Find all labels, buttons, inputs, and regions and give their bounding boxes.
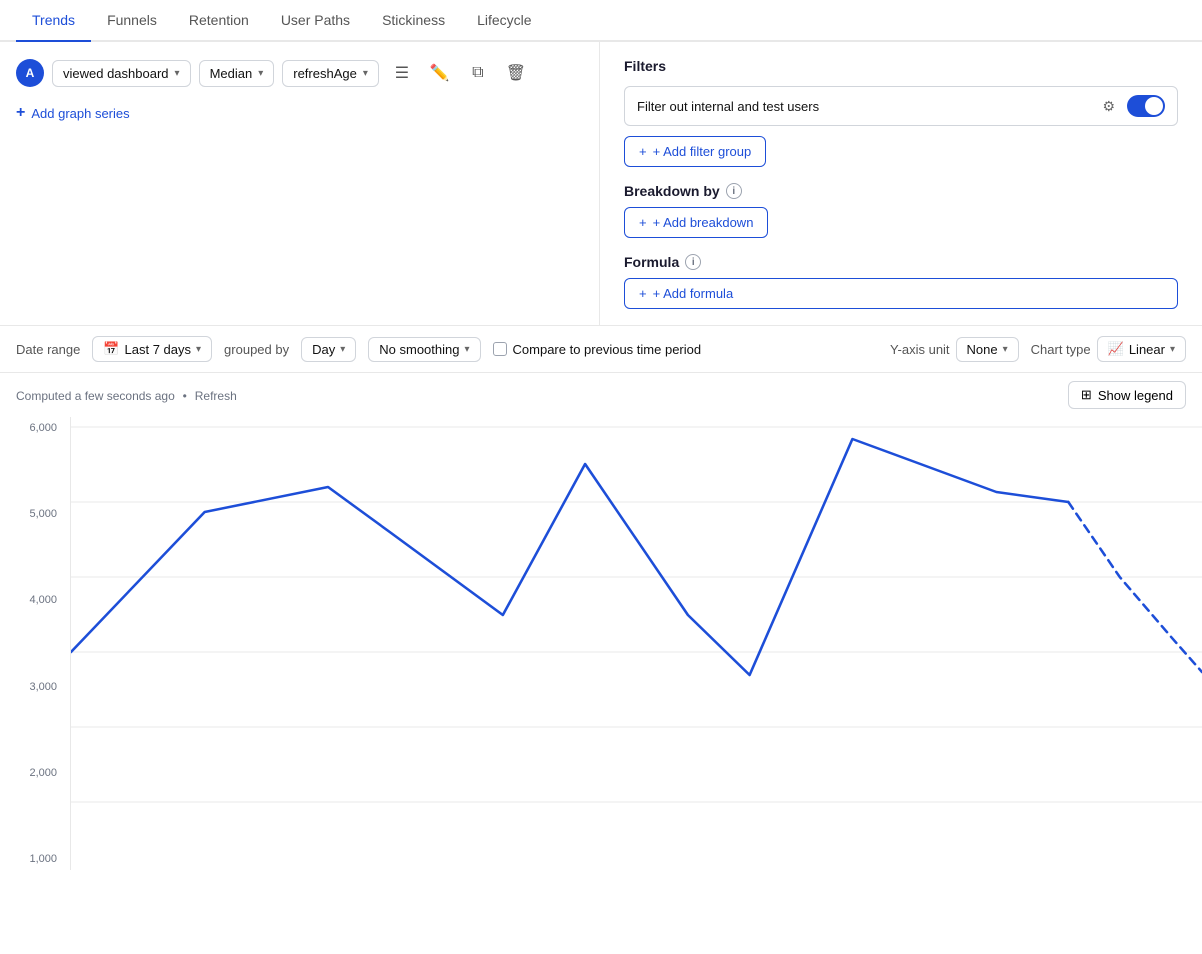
right-panel: Filters Filter out internal and test use… xyxy=(600,42,1202,325)
smoothing-dropdown[interactable]: No smoothing ▾ xyxy=(368,337,480,362)
chevron-down-icon: ▾ xyxy=(1003,344,1008,355)
add-formula-button[interactable]: + + Add formula xyxy=(624,278,1178,309)
delete-icon-button[interactable]: 🗑 xyxy=(501,58,531,88)
compare-label: Compare to previous time period xyxy=(513,342,702,357)
filter-icon-button[interactable]: ☰ xyxy=(387,58,417,88)
toggle-filter[interactable] xyxy=(1127,95,1165,117)
y-label-4000: 4,000 xyxy=(0,594,65,606)
show-legend-label: Show legend xyxy=(1098,388,1173,403)
grouped-by-label: grouped by xyxy=(224,342,289,357)
y-label-2000: 2,000 xyxy=(0,767,65,779)
add-filter-group-button[interactable]: + + Add filter group xyxy=(624,136,766,167)
main-content: A viewed dashboard ▾ Median ▾ refreshAge… xyxy=(0,42,1202,326)
compare-checkbox-label[interactable]: Compare to previous time period xyxy=(493,342,702,357)
chevron-down-icon: ▾ xyxy=(175,68,180,79)
nav-lifecycle[interactable]: Lifecycle xyxy=(461,0,547,42)
property-dropdown[interactable]: refreshAge ▾ xyxy=(282,60,379,87)
event-dropdown[interactable]: viewed dashboard ▾ xyxy=(52,60,191,87)
copy-icon-button[interactable]: ⧉ xyxy=(463,58,493,88)
avatar-label: A xyxy=(26,66,35,80)
show-legend-button[interactable]: ⊞ Show legend xyxy=(1068,381,1186,409)
chart-type-icon: 📈 xyxy=(1108,341,1124,357)
top-nav: Trends Funnels Retention User Paths Stic… xyxy=(0,0,1202,42)
add-formula-label: + Add formula xyxy=(653,286,734,301)
chart-meta: Computed a few seconds ago • Refresh ⊞ S… xyxy=(0,373,1202,417)
left-panel: A viewed dashboard ▾ Median ▾ refreshAge… xyxy=(0,42,600,325)
property-label: refreshAge xyxy=(293,66,357,81)
formula-section: Formula i xyxy=(624,254,1178,270)
filters-title: Filters xyxy=(624,58,1178,74)
plus-icon: + xyxy=(639,144,647,159)
aggregation-label: Median xyxy=(210,66,253,81)
formula-title: Formula xyxy=(624,254,679,270)
info-icon[interactable]: i xyxy=(726,183,742,199)
grouped-by-value: Day xyxy=(312,342,335,357)
add-graph-series-button[interactable]: + Add graph series xyxy=(16,100,583,126)
chart-type-dropdown[interactable]: 📈 Linear ▾ xyxy=(1097,336,1186,362)
plus-icon: + xyxy=(16,104,25,122)
filter-row: Filter out internal and test users ⚙ xyxy=(624,86,1178,126)
nav-stickiness[interactable]: Stickiness xyxy=(366,0,461,42)
separator: • xyxy=(183,389,187,403)
breakdown-section: Breakdown by i xyxy=(624,183,1178,199)
add-breakdown-label: + Add breakdown xyxy=(653,215,754,230)
add-breakdown-button[interactable]: + + Add breakdown xyxy=(624,207,768,238)
gear-icon[interactable]: ⚙ xyxy=(1102,98,1115,115)
edit-icon-button[interactable]: ✏️ xyxy=(425,58,455,88)
compare-checkbox[interactable] xyxy=(493,342,507,356)
chevron-down-icon: ▾ xyxy=(464,344,469,355)
avatar: A xyxy=(16,59,44,87)
date-range-dropdown[interactable]: 📅 Last 7 days ▾ xyxy=(92,336,212,362)
add-filter-label: + Add filter group xyxy=(653,144,752,159)
nav-user-paths[interactable]: User Paths xyxy=(265,0,366,42)
chevron-down-icon: ▾ xyxy=(258,68,263,79)
chevron-down-icon: ▾ xyxy=(1170,344,1175,355)
nav-funnels[interactable]: Funnels xyxy=(91,0,173,42)
filter-row-text: Filter out internal and test users xyxy=(637,99,1096,114)
aggregation-dropdown[interactable]: Median ▾ xyxy=(199,60,275,87)
chevron-down-icon: ▾ xyxy=(340,344,345,355)
nav-retention[interactable]: Retention xyxy=(173,0,265,42)
event-label: viewed dashboard xyxy=(63,66,169,81)
chart-svg xyxy=(70,417,1202,870)
y-axis-dropdown[interactable]: None ▾ xyxy=(956,337,1019,362)
legend-icon: ⊞ xyxy=(1081,387,1092,403)
date-range-value: Last 7 days xyxy=(125,342,192,357)
y-axis-label: Y-axis unit xyxy=(890,342,950,357)
computed-text: Computed a few seconds ago • Refresh xyxy=(16,387,237,403)
chart-area: 6,000 5,000 4,000 3,000 2,000 1,000 xyxy=(0,417,1202,890)
date-range-label: Date range xyxy=(16,342,80,357)
cal-icon: 📅 xyxy=(103,341,119,357)
y-axis-value: None xyxy=(967,342,998,357)
nav-trends[interactable]: Trends xyxy=(16,0,91,42)
add-series-label: Add graph series xyxy=(31,106,129,121)
chevron-down-icon: ▾ xyxy=(363,68,368,79)
refresh-link[interactable]: Refresh xyxy=(195,389,237,403)
y-label-5000: 5,000 xyxy=(0,508,65,520)
smoothing-value: No smoothing xyxy=(379,342,459,357)
y-axis: 6,000 5,000 4,000 3,000 2,000 1,000 xyxy=(0,417,65,870)
chart-type-value: Linear xyxy=(1129,342,1165,357)
y-axis-group: Y-axis unit None ▾ xyxy=(890,337,1019,362)
computed-label: Computed a few seconds ago xyxy=(16,389,175,403)
grouped-by-dropdown[interactable]: Day ▾ xyxy=(301,337,356,362)
y-label-3000: 3,000 xyxy=(0,681,65,693)
y-label-1000: 1,000 xyxy=(0,853,65,865)
chart-wrapper: 6,000 5,000 4,000 3,000 2,000 1,000 xyxy=(0,417,1202,890)
series-row: A viewed dashboard ▾ Median ▾ refreshAge… xyxy=(16,58,583,88)
y-label-6000: 6,000 xyxy=(0,422,65,434)
chart-controls: Date range 📅 Last 7 days ▾ grouped by Da… xyxy=(0,326,1202,373)
plus-icon: + xyxy=(639,286,647,301)
info-icon[interactable]: i xyxy=(685,254,701,270)
chart-type-label: Chart type xyxy=(1031,342,1091,357)
plus-icon: + xyxy=(639,215,647,230)
chart-type-group: Chart type 📈 Linear ▾ xyxy=(1031,336,1186,362)
chevron-down-icon: ▾ xyxy=(196,344,201,355)
breakdown-title: Breakdown by xyxy=(624,183,720,199)
